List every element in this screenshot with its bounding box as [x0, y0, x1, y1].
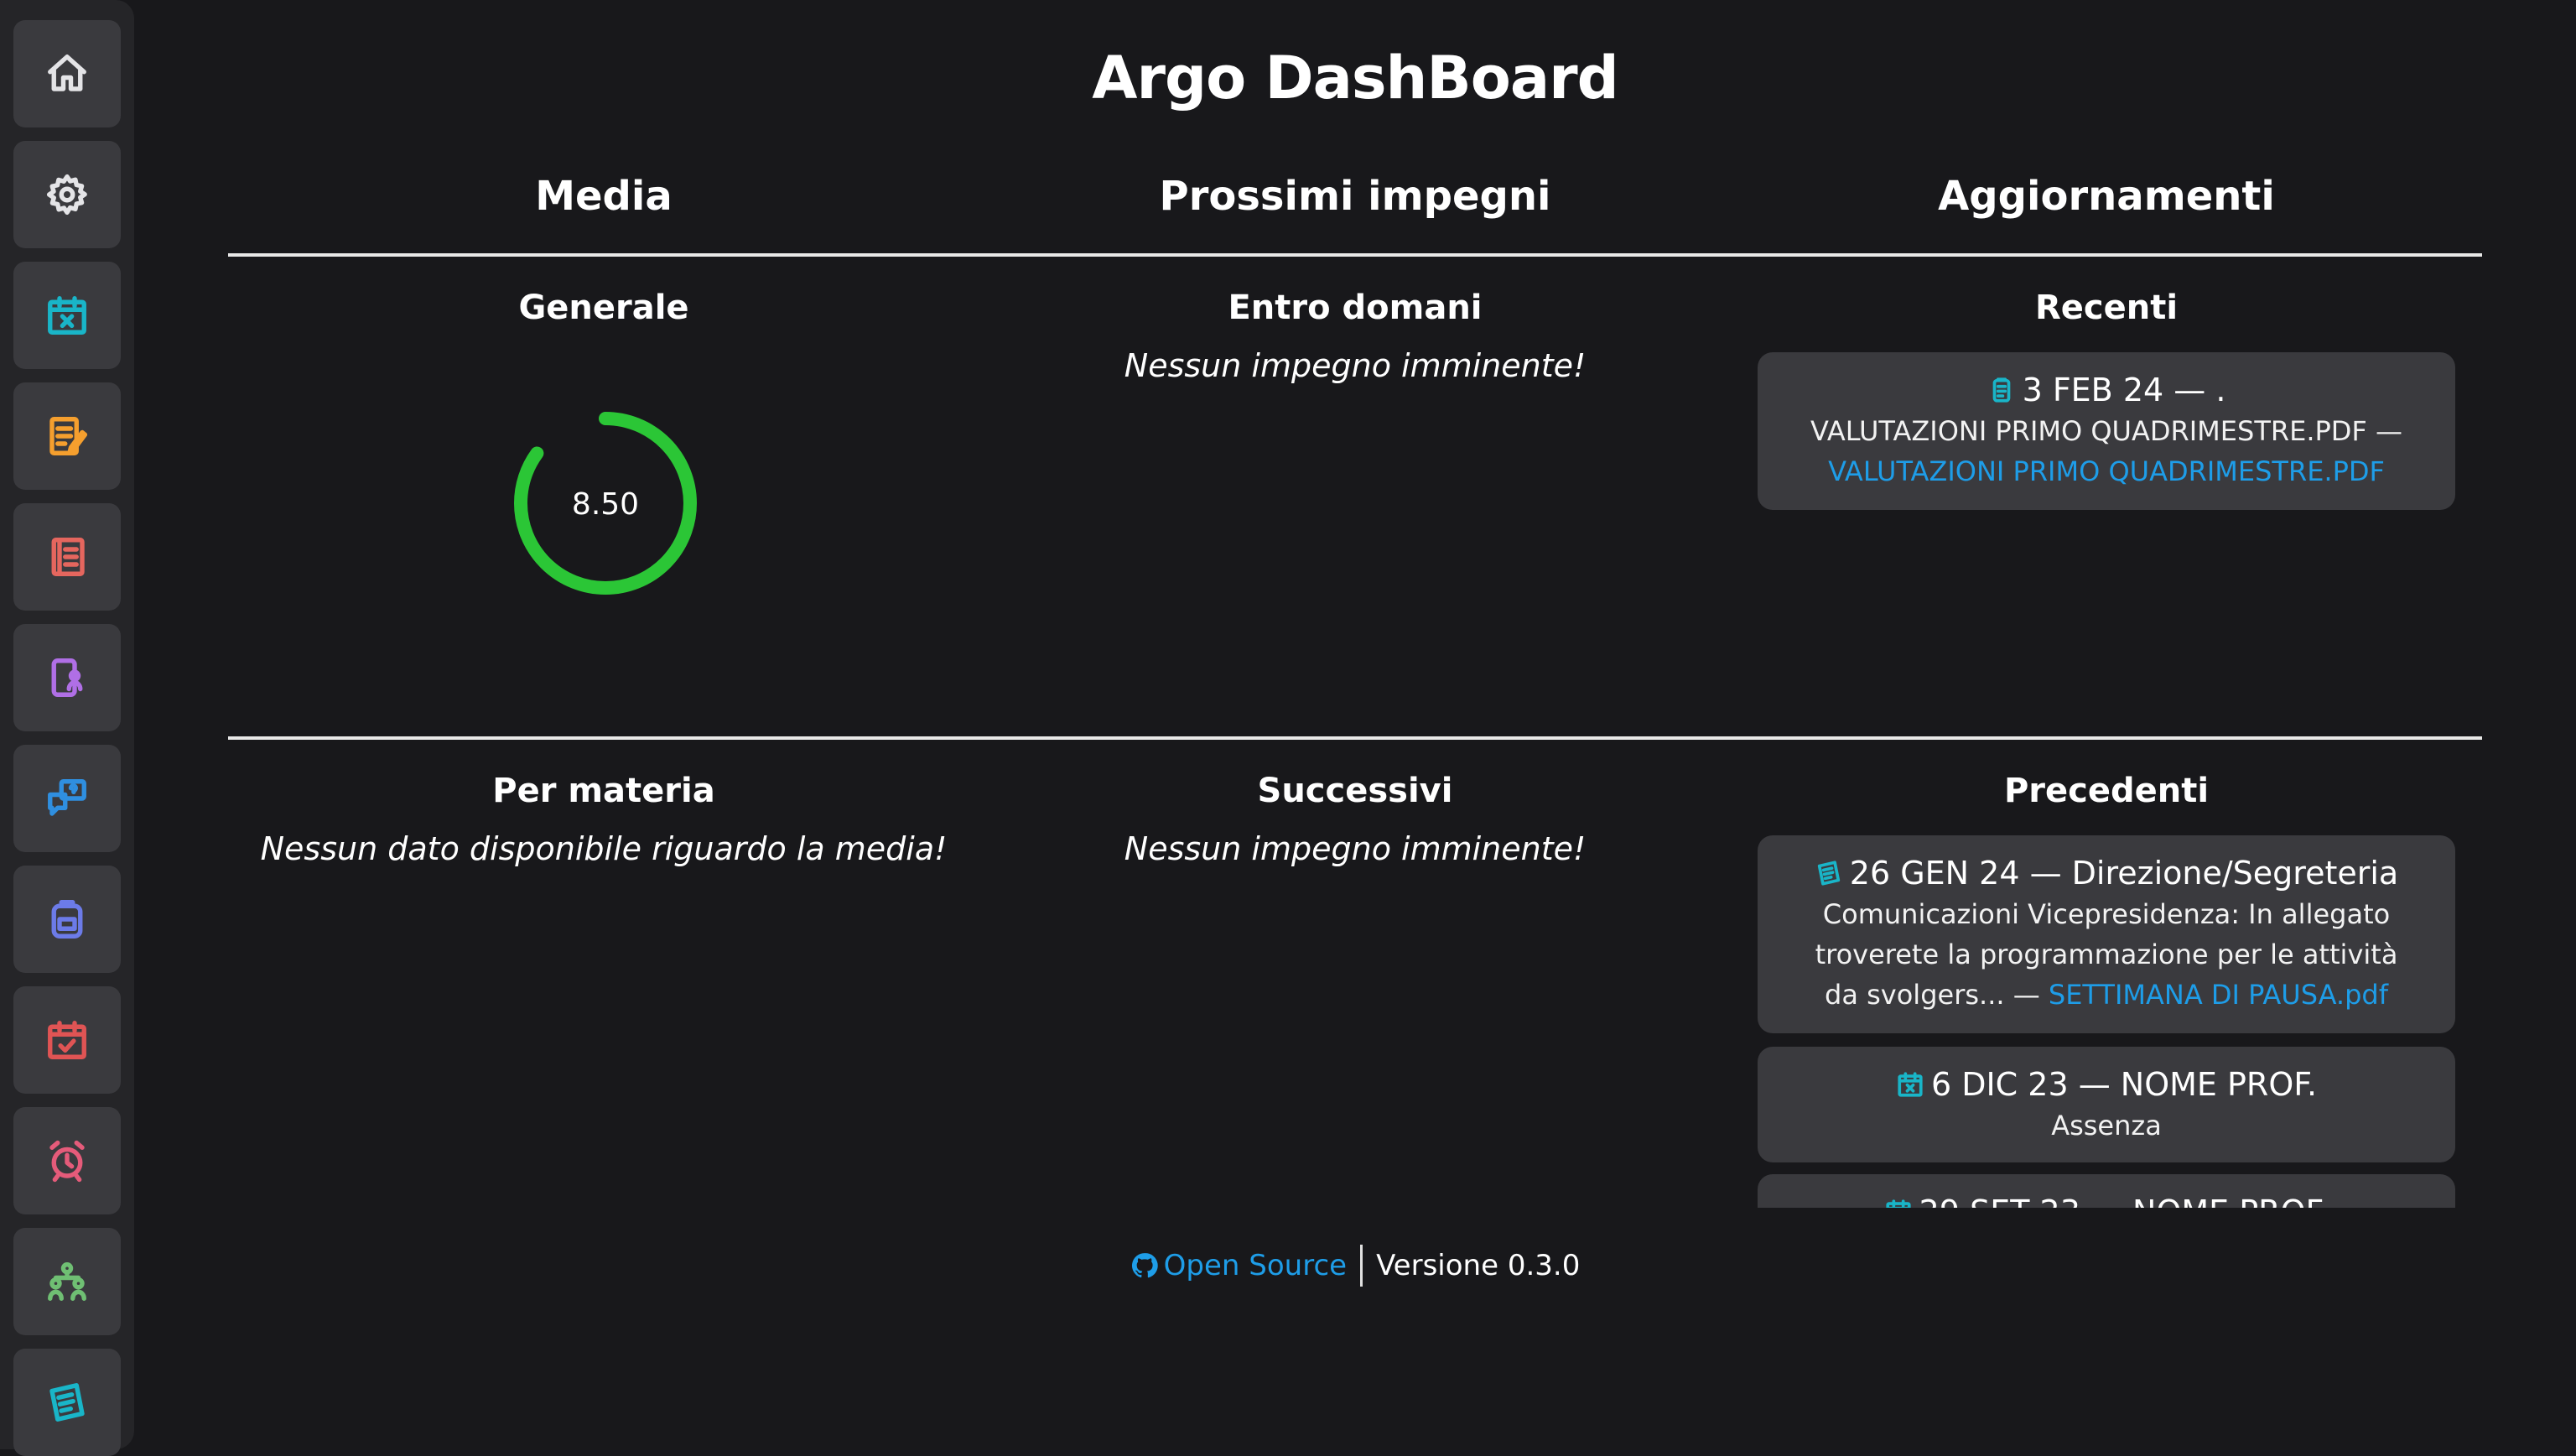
divider-middle [228, 736, 2482, 740]
update-card-header: 6 DIC 23 — NOME PROF. [1800, 1063, 2413, 1105]
people-hierarchy-icon [48, 1262, 86, 1301]
attachment-link[interactable]: SETTIMANA DI PAUSA.pdf [2049, 979, 2388, 1011]
chat-question-icon [48, 779, 86, 816]
update-card-title: 6 DIC 23 — NOME PROF. [1930, 1066, 2318, 1103]
update-card-text-line-1: Comunicazioni Vicepresidenza: In allegat… [1822, 898, 2391, 930]
update-card-text-line-2: troverete la programmazione per le attiv… [1815, 939, 2398, 970]
section-title-successivi: Successivi [1257, 772, 1453, 810]
book-icon [51, 538, 85, 576]
update-card-title: 26 GEN 24 — Direzione/Segreteria [1849, 855, 2399, 892]
sidebar-item-notes[interactable] [13, 503, 121, 611]
update-card-text: Assenza [2051, 1110, 2162, 1141]
update-card-previous[interactable]: 26 GEN 24 — Direzione/Segreteria Comunic… [1758, 835, 2455, 1033]
sidebar-item-settings[interactable] [13, 141, 121, 248]
version-label: Versione 0.3.0 [1376, 1249, 1581, 1282]
calendar-x-icon [48, 296, 86, 335]
update-card-header: 29 SET 23 — NOME PROF. [1800, 1191, 2413, 1208]
open-source-link[interactable]: Open Source [1164, 1249, 1347, 1282]
update-card-recent[interactable]: 3 FEB 24 — . VALUTAZIONI PRIMO QUADRIMES… [1758, 352, 2455, 510]
sidebar [0, 0, 134, 1456]
section-title-recenti: Recenti [2034, 289, 2179, 327]
section-title-generale: Generale [518, 289, 689, 327]
section-title-precedenti: Precedenti [2003, 772, 2210, 810]
sidebar-item-messages[interactable] [13, 745, 121, 852]
sidebar-item-agenda[interactable] [13, 986, 121, 1094]
calendar-x-icon [1886, 1199, 1911, 1208]
update-card-header: 3 FEB 24 — . [1800, 369, 2413, 411]
column-heading-media: Media [535, 173, 673, 220]
github-icon[interactable] [1130, 1251, 1159, 1280]
sidebar-item-classes[interactable] [13, 1228, 121, 1335]
section-title-per-materia: Per materia [492, 772, 715, 810]
sidebar-item-schedule[interactable] [13, 1107, 121, 1214]
clipboard-icon [1992, 377, 2010, 403]
calendar-x-icon [1898, 1072, 1923, 1097]
backpack-icon [51, 900, 83, 939]
sidebar-item-backpack[interactable] [13, 866, 121, 973]
sidebar-item-absences[interactable] [13, 262, 121, 369]
column-heading-impegni: Prossimi impegni [1159, 173, 1551, 220]
update-card-title: 3 FEB 24 — . [2022, 372, 2226, 408]
sidebar-item-grades[interactable] [13, 382, 121, 490]
home-icon [48, 55, 86, 91]
updates-scroll-clip: 29 SET 23 — NOME PROF. [1758, 1174, 2455, 1208]
footer-separator [1360, 1245, 1363, 1287]
update-card-previous[interactable]: 29 SET 23 — NOME PROF. [1758, 1174, 2455, 1208]
average-gauge: 8.50 [514, 412, 697, 595]
average-gauge-value: 8.50 [572, 487, 639, 522]
sidebar-item-meetings[interactable] [13, 624, 121, 731]
update-card-text: VALUTAZIONI PRIMO QUADRIMESTRE.PDF — [1810, 415, 2402, 447]
update-card-text-line-3: da svolgers... — [1825, 979, 2040, 1011]
update-card-previous[interactable]: 6 DIC 23 — NOME PROF. Assenza [1758, 1047, 2455, 1162]
section-title-entro-domani: Entro domani [1228, 289, 1483, 327]
update-card-header: 26 GEN 24 — Direzione/Segreteria [1800, 852, 2413, 894]
empty-message-per-materia: Nessun dato disponibile riguardo la medi… [260, 830, 948, 867]
gear-icon [46, 174, 87, 216]
empty-message-successivi: Nessun impegno imminente! [1124, 830, 1587, 867]
empty-message-entro-domani: Nessun impegno imminente! [1124, 347, 1587, 384]
sidebar-item-home[interactable] [13, 20, 121, 127]
column-heading-aggiornamenti: Aggiornamenti [1938, 173, 2275, 220]
divider-top [228, 253, 2482, 257]
notebook-icon [49, 1383, 85, 1422]
sidebar-item-board[interactable] [13, 1349, 121, 1456]
footer: Open Source Versione 0.3.0 [134, 1245, 2576, 1287]
phone-person-icon [51, 658, 83, 697]
update-card-title: 29 SET 23 — NOME PROF. [1919, 1191, 2329, 1208]
notes-icon [1817, 861, 1840, 886]
attachment-link[interactable]: VALUTAZIONI PRIMO QUADRIMESTRE.PDF [1828, 455, 2385, 487]
page-title: Argo DashBoard [1092, 44, 1618, 112]
calendar-check-icon [48, 1021, 86, 1059]
notes-edit-icon [49, 417, 88, 455]
alarm-clock-icon [49, 1140, 85, 1183]
